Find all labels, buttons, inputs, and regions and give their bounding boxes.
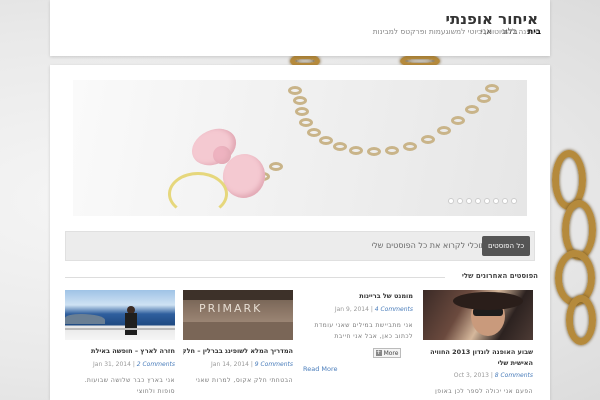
post-card-berlin-shopping: PRIMARK המדריך המלא לשופינג בברלין – חלק… (183, 290, 293, 400)
post-date: Jan 9, 2014 (334, 306, 369, 313)
post-meta: Oct 3, 2013 | 8 Comments (453, 372, 533, 379)
hero-slider[interactable] (73, 80, 527, 216)
post-card-brainy-moment: מומנט של בריינות Jan 9, 2014 | 4 Comment… (303, 290, 413, 400)
post-meta: Jan 9, 2014 | 4 Comments (334, 306, 413, 313)
post-date: Jan 31, 2014 (93, 361, 131, 368)
slider-dot[interactable] (466, 198, 472, 204)
recent-posts-heading: הפוסטים האחרונים שלי (455, 272, 538, 280)
post-title[interactable]: המדריך המלא לשופינג בברלין – חלק 2 (183, 347, 293, 355)
post-meta: Jan 14, 2014 | 9 Comments (211, 361, 293, 368)
slider-dot[interactable] (511, 198, 517, 204)
post-excerpt: אני מתביישת במילים שאני עומדת לכתוב כאן,… (314, 322, 413, 340)
slider-dot[interactable] (484, 198, 490, 204)
plus-icon: + (375, 349, 382, 356)
post-date: Oct 3, 2013 (453, 372, 489, 379)
post-comments-link[interactable]: 2 Comments (137, 361, 175, 368)
slider-dot[interactable] (493, 198, 499, 204)
more-button[interactable]: + More (373, 348, 401, 358)
slider-dot[interactable] (502, 198, 508, 204)
post-thumbnail[interactable] (423, 290, 533, 340)
slider-dot[interactable] (448, 198, 454, 204)
site-header: איחור אופנתי אופנה להדיוטות, ביוטי למשוג… (50, 0, 550, 56)
nav-item-blog[interactable]: בלוג (502, 27, 518, 37)
all-posts-button[interactable]: כל הפוסטים (482, 236, 530, 256)
site-title[interactable]: איחור אופנתי (446, 10, 538, 28)
post-thumbnail[interactable] (65, 290, 175, 340)
main-content: כאן תוכלי לקרוא את כל הפוסטים שלי כל הפו… (50, 65, 550, 400)
section-divider (65, 277, 445, 278)
post-meta: Jan 31, 2014 | 2 Comments (93, 361, 175, 368)
slider-dot[interactable] (457, 198, 463, 204)
post-card-london-fashion-week: שבוע האופנה לונדון 2013 החוויה האישית של… (423, 290, 533, 400)
post-title[interactable]: מומנט של בריינות (303, 292, 413, 300)
post-excerpt: הפעם אני יכולה לספר לכן באופן אישי (435, 388, 533, 400)
post-comments-link[interactable]: 4 Comments (375, 306, 413, 313)
all-posts-text: כאן תוכלי לקרוא את כל הפוסטים שלי (371, 241, 500, 250)
post-title[interactable]: חזרה לארץ – חופשה באילת (65, 347, 175, 355)
nav-item-me[interactable]: אני (481, 27, 492, 37)
post-title[interactable]: שבוע האופנה לונדון 2013 החוויה האישית של… (423, 347, 533, 369)
read-more-link[interactable]: Read More (303, 365, 338, 373)
more-label: More (383, 349, 399, 357)
post-excerpt: אני בארץ כבר שלושה שבועות. סופות ולחוצי (84, 377, 175, 395)
post-card-eilat-vacation: חזרה לארץ – חופשה באילת Jan 31, 2014 | 2… (65, 290, 175, 400)
all-posts-banner: כאן תוכלי לקרוא את כל הפוסטים שלי כל הפו… (65, 231, 535, 261)
post-thumbnail[interactable]: PRIMARK (183, 290, 293, 340)
slider-dot[interactable] (475, 198, 481, 204)
nav-item-home[interactable]: בית (528, 27, 542, 37)
slider-pagination (448, 198, 517, 204)
main-nav: בית בלוג אני (475, 27, 541, 37)
post-comments-link[interactable]: 9 Comments (255, 361, 293, 368)
post-date: Jan 14, 2014 (211, 361, 249, 368)
primark-sign: PRIMARK (199, 302, 263, 315)
post-excerpt: הבטחתי חלק אקוס, למרות שאני (195, 377, 293, 384)
post-comments-link[interactable]: 8 Comments (495, 372, 533, 379)
